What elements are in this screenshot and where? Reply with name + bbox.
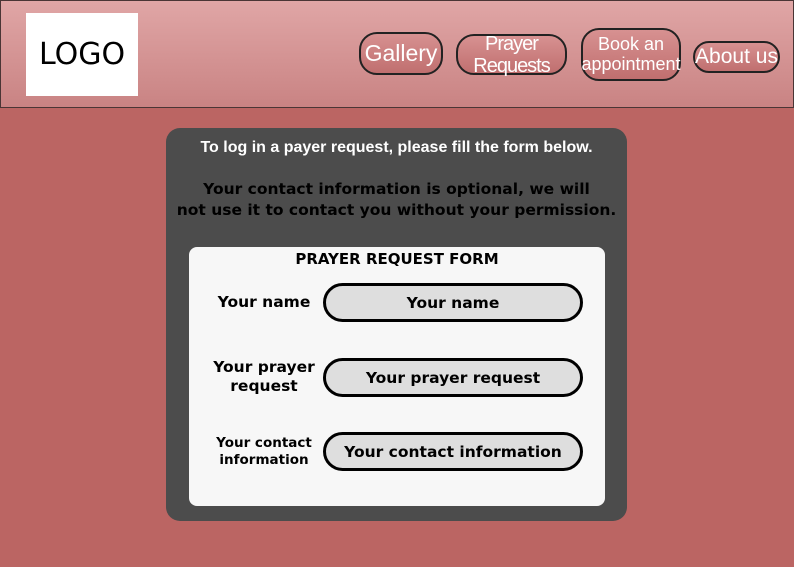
nav-prayer-requests-button[interactable]: Prayer Requests [456,33,567,77]
logo[interactable]: LOGO [26,13,138,96]
nav-gallery-button[interactable]: Gallery [359,32,443,75]
prayer-request-input[interactable]: Your prayer request [323,358,583,397]
nav-about-us-button[interactable]: About us [693,41,780,73]
header: LOGO Gallery Prayer Requests Book an app… [0,0,794,108]
form-title: PRAYER REQUEST FORM [295,250,499,268]
prayer-request-panel: To log in a payer request, please fill t… [166,128,627,521]
contact-information-input[interactable]: Your contact information [323,432,583,471]
contact-information-label: Your contact information [216,435,312,468]
privacy-notice: Your contact information is optional, we… [176,180,617,219]
nav-book-appointment-button[interactable]: Book an appointment [581,28,681,81]
name-input[interactable]: Your name [323,283,583,322]
prayer-request-form: PRAYER REQUEST FORM Your name Your name … [189,247,605,506]
intro-text: To log in a payer request, please fill t… [200,139,593,156]
name-label: Your name [217,293,311,311]
prayer-request-label: Your prayer request [213,358,315,395]
